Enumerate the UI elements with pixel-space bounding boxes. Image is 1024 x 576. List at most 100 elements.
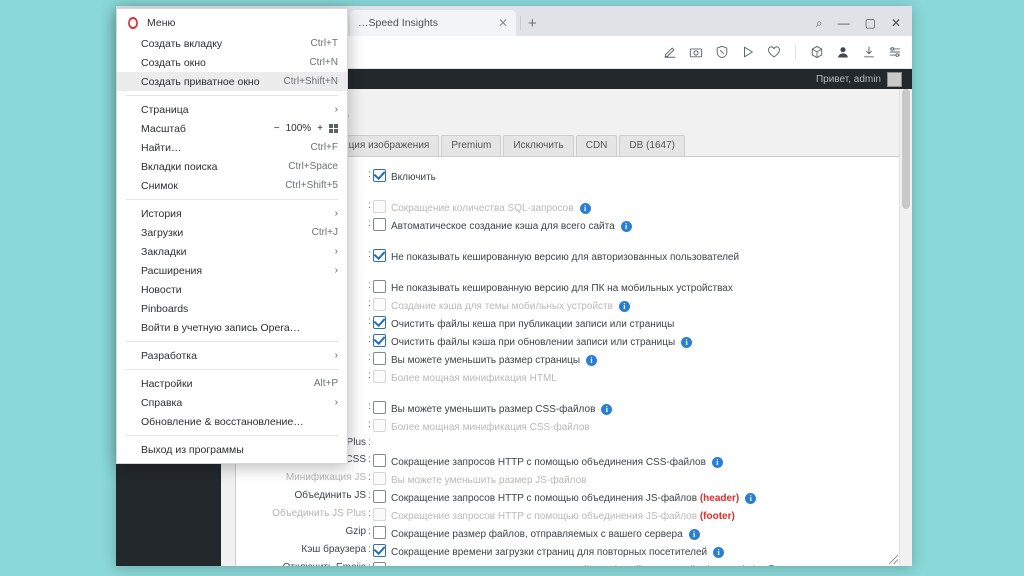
setting-checkbox[interactable] — [373, 352, 386, 365]
setting-tag: (footer) — [699, 510, 735, 522]
opera-menu-item[interactable]: Pinboards — [117, 299, 347, 318]
opera-menu-item-label: Войти в учетную запись Opera… — [141, 321, 301, 334]
opera-menu-item[interactable]: История › — [117, 204, 347, 223]
setting-label: Объединить JS Plus — [272, 507, 366, 519]
setting-colon: : — [368, 298, 371, 309]
setting-description: Автоматическое создание кэша для всего с… — [391, 221, 615, 232]
setting-checkbox[interactable] — [373, 453, 386, 467]
opera-menu-item[interactable]: Загрузки Ctrl+J — [117, 223, 347, 242]
setting-checkbox[interactable] — [373, 280, 386, 293]
opera-menu-item[interactable]: Расширения › — [117, 261, 347, 280]
tab-cdn[interactable]: CDN — [575, 135, 618, 156]
info-icon[interactable]: i — [586, 355, 598, 366]
opera-menu-item[interactable]: Снимок Ctrl+Shift+5 — [117, 176, 347, 195]
opera-menu-item[interactable]: Войти в учетную запись Opera… — [117, 318, 347, 337]
setting-checkbox — [373, 370, 386, 383]
opera-menu-item-label: Закладки — [141, 245, 187, 258]
opera-menu-item-shortcut: Alt+P — [313, 378, 338, 389]
opera-menu-item-label: История — [141, 207, 182, 220]
minimize-button[interactable]: — — [838, 17, 850, 29]
send-icon[interactable] — [741, 45, 755, 59]
opera-menu-item[interactable]: Закладки › — [117, 242, 347, 261]
fullscreen-icon[interactable] — [329, 124, 338, 133]
opera-menu-item[interactable]: Выход из программы — [117, 440, 347, 459]
settings-sliders-icon[interactable] — [888, 45, 902, 59]
close-window-button[interactable]: ✕ — [891, 17, 901, 29]
setting-control: Сокращение количества SQL-запросов i — [373, 198, 889, 216]
setting-control: Не показывать кешированную версию для ав… — [373, 247, 889, 265]
opera-menu-item[interactable]: Создать приватное окно Ctrl+Shift+N — [117, 72, 347, 91]
info-icon[interactable]: i — [688, 528, 700, 540]
tab-premium[interactable]: Premium — [441, 135, 502, 156]
setting-checkbox[interactable] — [373, 543, 386, 557]
zoom-in-button[interactable]: + — [317, 123, 323, 134]
opera-menu-item[interactable]: Масштаб −100% + — [117, 119, 347, 138]
info-icon[interactable]: i — [711, 456, 723, 468]
setting-control: Вы можете уменьшить размер CSS-файлов i — [373, 399, 889, 417]
setting-checkbox[interactable] — [373, 489, 386, 503]
new-tab-button[interactable]: + — [528, 15, 537, 32]
info-icon[interactable]: i — [579, 203, 591, 214]
opera-menu-item[interactable]: Создать окно Ctrl+N — [117, 53, 347, 72]
tab-exclude[interactable]: Исключить — [503, 135, 574, 156]
opera-menu-item-label: Вкладки поиска — [141, 160, 218, 173]
info-icon[interactable]: i — [618, 301, 630, 312]
opera-menu-item[interactable]: Настройки Alt+P — [117, 374, 347, 393]
setting-colon: : — [368, 316, 371, 327]
tab-close-icon[interactable]: ✕ — [498, 17, 508, 29]
setting-checkbox — [373, 419, 386, 432]
info-icon[interactable]: i — [766, 564, 778, 566]
setting-checkbox[interactable] — [373, 249, 386, 262]
setting-checkbox[interactable] — [373, 525, 386, 539]
setting-control: Сокращение запросов HTTP с помощью объед… — [373, 488, 889, 506]
profile-icon[interactable] — [836, 45, 850, 59]
opera-menu-item[interactable]: Новости — [117, 280, 347, 299]
setting-colon: : — [368, 401, 371, 412]
browser-tab[interactable]: …Speed Insights ✕ — [350, 10, 516, 36]
opera-menu-item-label: Расширения — [141, 264, 203, 277]
download-icon[interactable] — [862, 45, 876, 59]
opera-menu-item[interactable]: Вкладки поиска Ctrl+Space — [117, 157, 347, 176]
opera-menu-item[interactable]: Разработка › — [117, 346, 347, 365]
maximize-button[interactable]: ▢ — [865, 17, 876, 29]
opera-menu-item[interactable]: Найти… Ctrl+F — [117, 138, 347, 157]
setting-checkbox[interactable] — [373, 316, 386, 329]
opera-menu-item-shortcut: Ctrl+Space — [288, 161, 338, 172]
info-icon[interactable]: i — [620, 221, 632, 232]
opera-menu-item-shortcut: Ctrl+Shift+N — [283, 76, 338, 87]
setting-description: Сокращение времени загрузки страниц для … — [391, 546, 708, 558]
setting-colon: : — [368, 489, 371, 501]
edit-icon[interactable] — [663, 45, 677, 59]
setting-checkbox[interactable] — [373, 218, 386, 231]
info-icon[interactable]: i — [601, 404, 613, 415]
camera-icon[interactable] — [689, 45, 703, 59]
setting-checkbox[interactable] — [373, 401, 386, 414]
setting-checkbox — [373, 471, 386, 485]
shield-block-icon[interactable] — [715, 45, 729, 59]
window-controls: ⌕ — ▢ ✕ — [816, 17, 912, 36]
setting-checkbox[interactable] — [373, 334, 386, 347]
tab-db[interactable]: DB (1647) — [619, 135, 685, 156]
setting-checkbox[interactable] — [373, 561, 386, 566]
setting-checkbox[interactable] — [373, 169, 386, 182]
avatar[interactable] — [887, 71, 902, 87]
scrollbar-thumb[interactable] — [902, 89, 910, 209]
page-scrollbar[interactable] — [899, 89, 912, 566]
heart-icon[interactable] — [767, 45, 781, 59]
opera-menu-item[interactable]: Обновление & восстановление… — [117, 412, 347, 431]
info-icon[interactable]: i — [745, 492, 757, 504]
info-icon[interactable]: i — [713, 546, 725, 558]
setting-control: Очистить файлы кэша при обновлении запис… — [373, 332, 889, 350]
setting-description: Очистить файлы кэша при обновлении запис… — [391, 337, 676, 348]
search-icon[interactable]: ⌕ — [816, 17, 823, 29]
opera-menu-item[interactable]: Справка › — [117, 393, 347, 412]
setting-control: Более мощная минификация CSS-файлов — [373, 417, 889, 435]
opera-menu-item[interactable]: Создать вкладку Ctrl+T — [117, 34, 347, 53]
wpab-greeting[interactable]: Привет, admin — [816, 74, 881, 85]
info-icon[interactable]: i — [681, 337, 693, 348]
zoom-out-button[interactable]: − — [274, 123, 280, 134]
opera-menu-item[interactable]: Страница › — [117, 100, 347, 119]
resize-grip[interactable] — [889, 555, 898, 564]
cube-icon[interactable] — [810, 45, 824, 59]
setting-colon: : — [368, 334, 371, 345]
